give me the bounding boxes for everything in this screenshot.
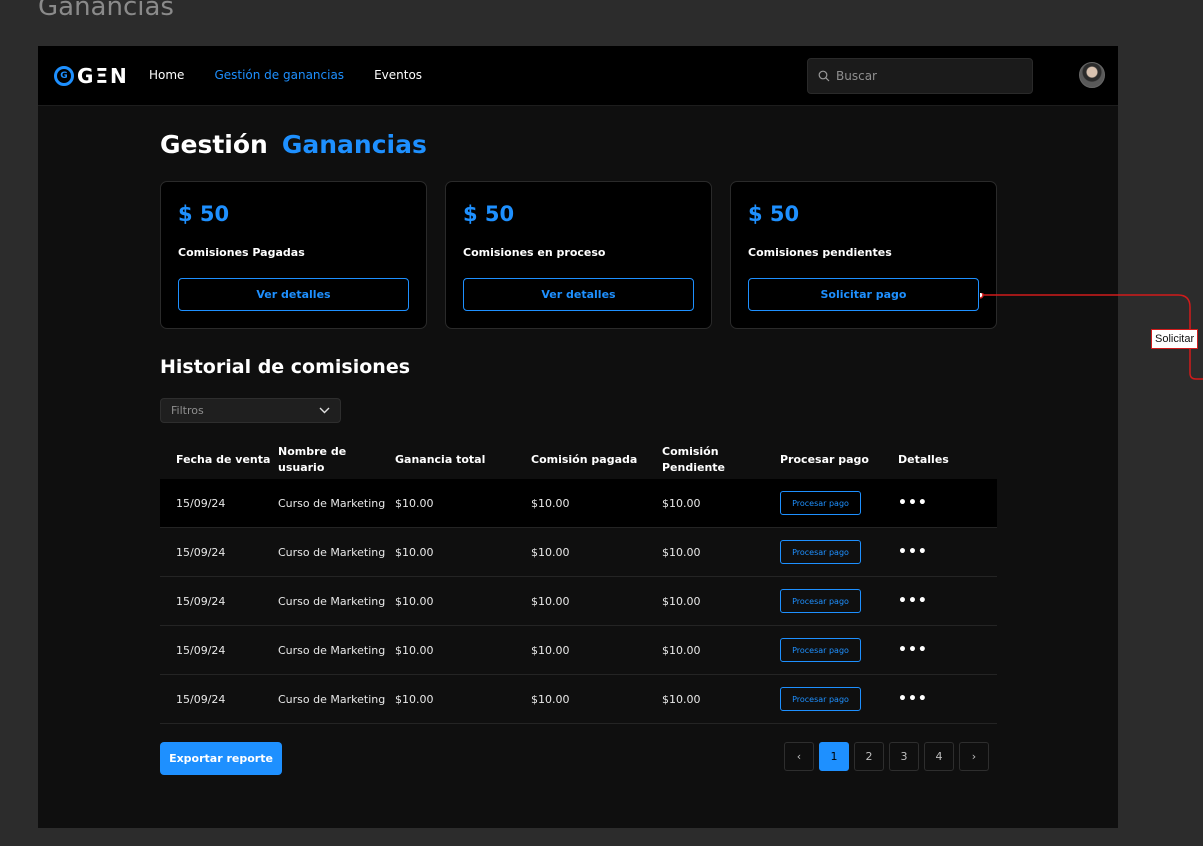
column-header: Ganancia total [395,453,486,466]
column-header: Nombre de usuario [278,445,347,474]
cell-pendiente: $10.00 [662,643,701,657]
filter-dropdown[interactable]: Filtros [160,398,341,423]
search-icon [818,70,830,82]
canvas-title: Ganancias [38,0,174,22]
ver-detalles-proceso-button[interactable]: Ver detalles [463,278,694,311]
more-horizontal-icon[interactable]: ••• [898,495,928,511]
cell-pagada: $10.00 [531,545,570,559]
page-title-prefix: Gestión [160,130,268,159]
cell-fecha: 15/09/24 [176,692,226,706]
pagination: ‹ 1 2 3 4 › [784,742,989,771]
procesar-pago-button[interactable]: Procesar pago [780,491,861,515]
table-row[interactable]: 15/09/24 Curso de Marketing $10.00 $10.0… [160,577,997,626]
page-button-3[interactable]: 3 [889,742,919,771]
procesar-pago-button[interactable]: Procesar pago [780,638,861,662]
page-button-4[interactable]: 4 [924,742,954,771]
nav-item-home[interactable]: Home [149,68,184,82]
table-row[interactable]: 15/09/24 Curso de Marketing $10.00 $10.0… [160,528,997,577]
column-header: Procesar pago [780,453,869,466]
cell-pagada: $10.00 [531,496,570,510]
cell-pagada: $10.00 [531,594,570,608]
section-title: Historial de comisiones [160,356,411,378]
cell-fecha: 15/09/24 [176,594,226,608]
summary-card-pagadas: $ 50 Comisiones Pagadas Ver detalles [160,181,427,329]
card-amount: $ 50 [463,202,515,226]
procesar-pago-button[interactable]: Procesar pago [780,589,861,613]
export-report-button[interactable]: Exportar reporte [160,742,282,775]
card-label: Comisiones en proceso [463,246,606,259]
procesar-pago-button[interactable]: Procesar pago [780,687,861,711]
column-header: Fecha de venta [176,453,271,466]
table-row[interactable]: 15/09/24 Curso de Marketing $10.00 $10.0… [160,675,997,724]
cell-usuario: Curso de Marketing [278,643,386,657]
chevron-down-icon [319,404,330,417]
cell-fecha: 15/09/24 [176,545,226,559]
filter-label: Filtros [171,404,204,417]
more-horizontal-icon[interactable]: ••• [898,691,928,707]
more-horizontal-icon[interactable]: ••• [898,544,928,560]
column-header: Detalles [898,453,949,466]
more-horizontal-icon[interactable]: ••• [898,593,928,609]
cell-fecha: 15/09/24 [176,643,226,657]
card-amount: $ 50 [178,202,230,226]
cell-pagada: $10.00 [531,692,570,706]
nav-item-gestion-ganancias[interactable]: Gestión de ganancias [214,68,344,82]
top-navbar: G GΞN Home Gestión de ganancias Eventos [38,46,1118,106]
chevron-left-icon[interactable]: ‹ [784,742,814,771]
card-label: Comisiones pendientes [748,246,892,259]
cell-pendiente: $10.00 [662,496,701,510]
nav-item-eventos[interactable]: Eventos [374,68,422,82]
cell-pendiente: $10.00 [662,545,701,559]
table-row[interactable]: 15/09/24 Curso de Marketing $10.00 $10.0… [160,479,997,528]
card-label: Comisiones Pagadas [178,246,305,259]
page-button-2[interactable]: 2 [854,742,884,771]
search-input[interactable] [836,69,1016,83]
more-horizontal-icon[interactable]: ••• [898,642,928,658]
user-avatar[interactable] [1079,62,1105,88]
commissions-table: Fecha de venta Nombre de usuario Gananci… [160,441,997,724]
cell-usuario: Curso de Marketing [278,594,386,608]
cell-usuario: Curso de Marketing [278,496,386,510]
table-header: Fecha de venta Nombre de usuario Gananci… [160,441,997,479]
cell-ganancia: $10.00 [395,594,434,608]
logo-text: GΞN [77,64,129,88]
logo-mark: G [54,66,74,86]
cell-fecha: 15/09/24 [176,496,226,510]
solicitar-pago-button[interactable]: Solicitar pago [748,278,979,311]
chevron-right-icon[interactable]: › [959,742,989,771]
column-header: Comisión Pendiente [662,445,726,474]
summary-card-en-proceso: $ 50 Comisiones en proceso Ver detalles [445,181,712,329]
annotation-anchor [980,293,984,299]
page-title: Gestión Ganancias [160,130,427,159]
cell-usuario: Curso de Marketing [278,545,386,559]
ver-detalles-pagadas-button[interactable]: Ver detalles [178,278,409,311]
cell-pagada: $10.00 [531,643,570,657]
cell-ganancia: $10.00 [395,643,434,657]
cell-pendiente: $10.00 [662,692,701,706]
search-box[interactable] [807,58,1033,94]
column-header: Comisión pagada [531,453,638,466]
cell-ganancia: $10.00 [395,545,434,559]
page-title-accent: Ganancias [281,130,427,159]
main-nav: Home Gestión de ganancias Eventos [149,68,422,82]
cell-ganancia: $10.00 [395,692,434,706]
cell-pendiente: $10.00 [662,594,701,608]
table-row[interactable]: 15/09/24 Curso de Marketing $10.00 $10.0… [160,626,997,675]
card-amount: $ 50 [748,202,800,226]
page-button-1[interactable]: 1 [819,742,849,771]
annotation-label: Solicitar [1151,329,1199,349]
cell-ganancia: $10.00 [395,496,434,510]
summary-card-pendientes: $ 50 Comisiones pendientes Solicitar pag… [730,181,997,329]
procesar-pago-button[interactable]: Procesar pago [780,540,861,564]
brand-logo[interactable]: G GΞN [54,64,129,88]
app-frame: G GΞN Home Gestión de ganancias Eventos … [38,46,1118,828]
cell-usuario: Curso de Marketing [278,692,386,706]
